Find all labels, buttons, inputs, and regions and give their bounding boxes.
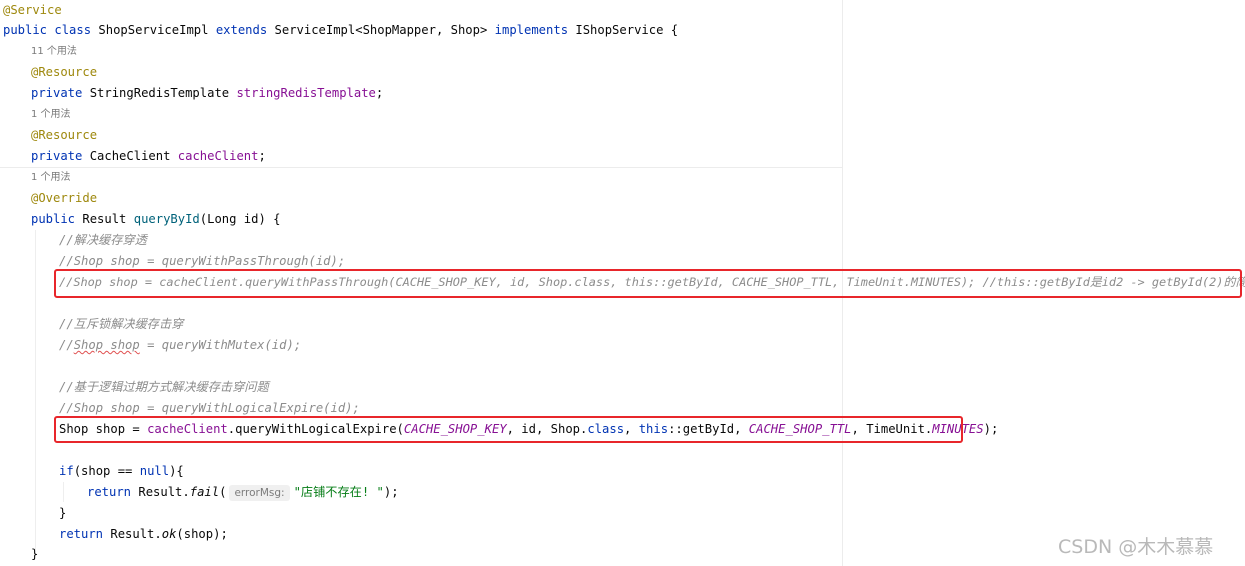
code-line: private StringRedisTemplate stringRedisT… <box>31 86 384 100</box>
method-separator <box>0 167 842 168</box>
code-line: @Resource <box>31 65 98 79</box>
code-line: public Result queryById (Long id) { <box>31 212 281 226</box>
code-line: if (shop == null){ <box>59 464 184 478</box>
code-line: @Resource <box>31 128 98 142</box>
code-line: //Shop shop = queryWithMutex(id); <box>59 338 302 352</box>
code-line: @Service <box>3 3 62 17</box>
code-line: //互斥锁解决缓存击穿 <box>59 317 184 331</box>
indent-guide <box>35 230 36 550</box>
code-line: //基于逻辑过期方式解决缓存击穿问题 <box>59 380 269 394</box>
indent-guide <box>63 482 64 502</box>
code-line: public class ShopServiceImpl extends Ser… <box>3 23 679 37</box>
code-line: } <box>59 506 67 520</box>
watermark: CSDN @木木慕慕 <box>1058 536 1214 558</box>
usages-hint[interactable]: 1 个用法 <box>31 104 71 125</box>
code-line: @Override <box>31 191 98 205</box>
highlight-box-pass-through <box>54 269 1242 298</box>
parameter-hint: errorMsg: <box>229 484 290 501</box>
code-line: //解决缓存穿透 <box>59 233 147 247</box>
usages-hint[interactable]: 11 个用法 <box>31 41 77 62</box>
code-line: return Result. ok (shop); <box>59 527 228 541</box>
code-line: return Result. fail(errorMsg: "店铺不存在! "); <box>87 484 399 501</box>
usages-hint[interactable]: 1 个用法 <box>31 167 71 188</box>
code-line: } <box>31 547 39 561</box>
highlight-box-logical-expire <box>54 416 963 443</box>
code-line: private CacheClient cacheClient; <box>31 149 266 163</box>
